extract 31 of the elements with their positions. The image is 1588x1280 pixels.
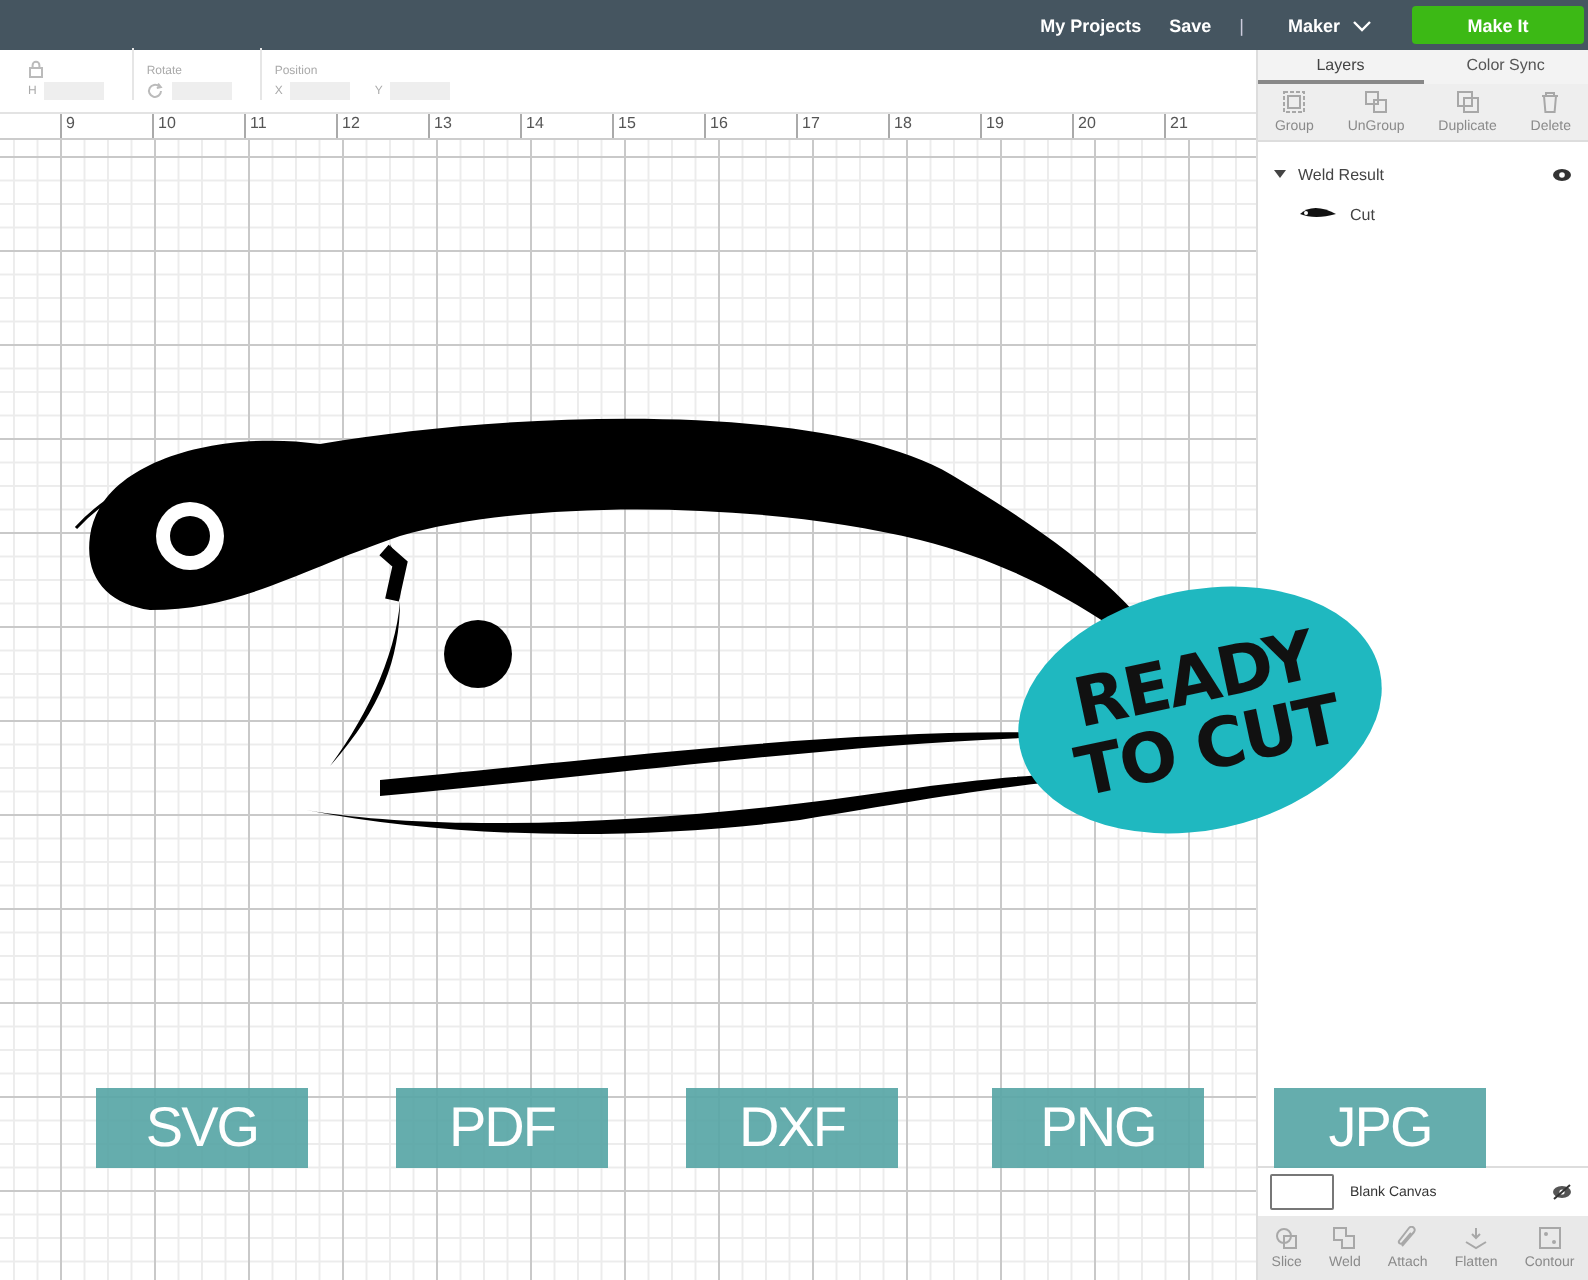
machine-dropdown[interactable]: Maker: [1287, 15, 1372, 35]
contour-icon: [1537, 1226, 1562, 1250]
lock-icon[interactable]: [28, 60, 44, 78]
panel-tab[interactable]: Color Sync: [1423, 50, 1588, 84]
slice-icon: [1274, 1226, 1299, 1250]
duplicate-icon: [1455, 90, 1480, 114]
canvas-swatch[interactable]: [1270, 1174, 1334, 1210]
group-icon: [1282, 90, 1307, 114]
top-link[interactable]: Save: [1169, 15, 1212, 35]
layer-name: Cut: [1350, 205, 1375, 223]
eye-icon[interactable]: [1552, 167, 1572, 181]
caret-icon[interactable]: [1274, 168, 1286, 180]
make-it-button[interactable]: Make It: [1412, 6, 1584, 44]
trash-icon: [1538, 90, 1563, 114]
ungroup-icon: [1364, 90, 1389, 114]
layer-name: Weld Result: [1298, 165, 1386, 183]
eye-hidden-icon[interactable]: [1552, 1184, 1572, 1200]
file-format-label: JPG: [1274, 1088, 1486, 1168]
paperclip-icon: [1395, 1226, 1420, 1250]
file-format-label: SVG: [96, 1088, 308, 1168]
chevron-down-icon: [1352, 19, 1372, 31]
layer-row[interactable]: Cut: [1298, 194, 1572, 234]
weld-icon: [1332, 1226, 1357, 1250]
file-format-label: DXF: [686, 1088, 898, 1168]
top-link[interactable]: My Projects: [1040, 15, 1142, 35]
file-format-label: PDF: [396, 1088, 608, 1168]
separator-text: |: [1239, 15, 1244, 35]
fish-thumbnail-icon: [1298, 206, 1338, 222]
rotate-icon: [146, 82, 165, 100]
file-format-label: PNG: [992, 1088, 1204, 1168]
layer-row[interactable]: Weld Result: [1274, 154, 1572, 194]
